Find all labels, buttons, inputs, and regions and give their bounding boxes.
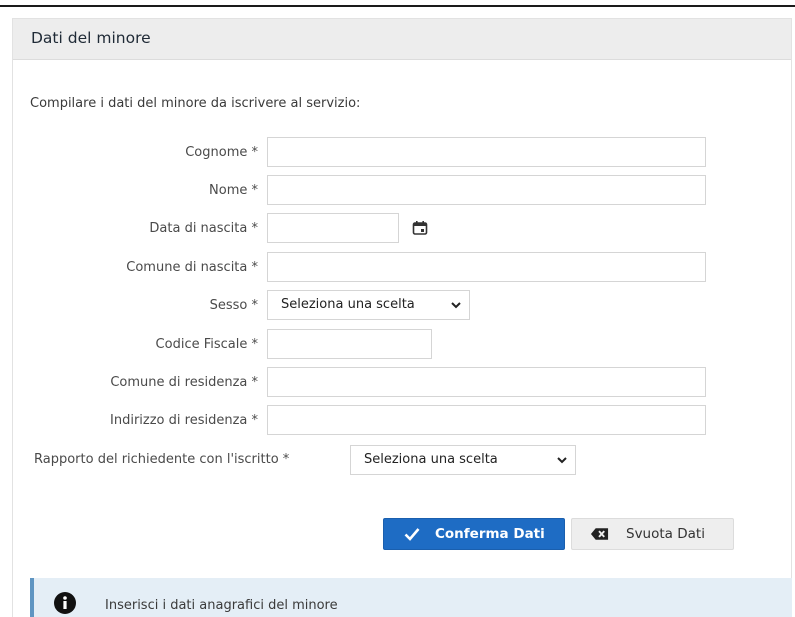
clear-button[interactable]: Svuota Dati xyxy=(571,518,734,550)
nome-field[interactable] xyxy=(267,175,706,205)
confirm-button-label: Conferma Dati xyxy=(435,526,545,542)
chevron-down-icon xyxy=(451,302,461,309)
rapporto-select[interactable]: Seleziona una scelta xyxy=(350,445,576,475)
intro-text: Compilare i dati del minore da iscrivere… xyxy=(30,96,361,111)
data-nascita-label: Data di nascita * xyxy=(149,221,258,236)
info-text: Inserisci i dati anagrafici del minore xyxy=(105,598,338,613)
codice-fiscale-label: Codice Fiscale * xyxy=(155,337,258,352)
comune-residenza-field[interactable] xyxy=(267,367,706,397)
chevron-down-icon xyxy=(557,457,567,464)
confirm-button[interactable]: Conferma Dati xyxy=(383,518,565,550)
panel-header: Dati del minore xyxy=(13,19,791,60)
check-icon xyxy=(404,528,420,541)
info-icon xyxy=(54,592,76,614)
comune-nascita-field[interactable] xyxy=(267,252,706,282)
backspace-icon xyxy=(590,528,609,540)
rapporto-select-value: Seleziona una scelta xyxy=(364,452,498,467)
panel-title: Dati del minore xyxy=(31,29,151,47)
top-divider xyxy=(0,5,795,7)
indirizzo-residenza-label: Indirizzo di residenza * xyxy=(110,413,258,428)
sesso-select-value: Seleziona una scelta xyxy=(281,297,415,312)
comune-residenza-label: Comune di residenza * xyxy=(110,375,258,390)
info-alert: Inserisci i dati anagrafici del minore xyxy=(30,578,792,617)
calendar-icon[interactable] xyxy=(412,220,428,236)
comune-nascita-label: Comune di nascita * xyxy=(126,260,258,275)
nome-label: Nome * xyxy=(209,183,258,198)
rapporto-label: Rapporto del richiedente con l'iscritto … xyxy=(34,452,290,467)
indirizzo-residenza-field[interactable] xyxy=(267,405,706,435)
cognome-label: Cognome * xyxy=(185,145,258,160)
data-nascita-field[interactable] xyxy=(267,213,399,243)
codice-fiscale-field[interactable] xyxy=(267,329,432,359)
clear-button-label: Svuota Dati xyxy=(626,526,705,542)
cognome-field[interactable] xyxy=(267,137,706,167)
sesso-select[interactable]: Seleziona una scelta xyxy=(267,290,470,320)
sesso-label: Sesso * xyxy=(209,298,258,313)
